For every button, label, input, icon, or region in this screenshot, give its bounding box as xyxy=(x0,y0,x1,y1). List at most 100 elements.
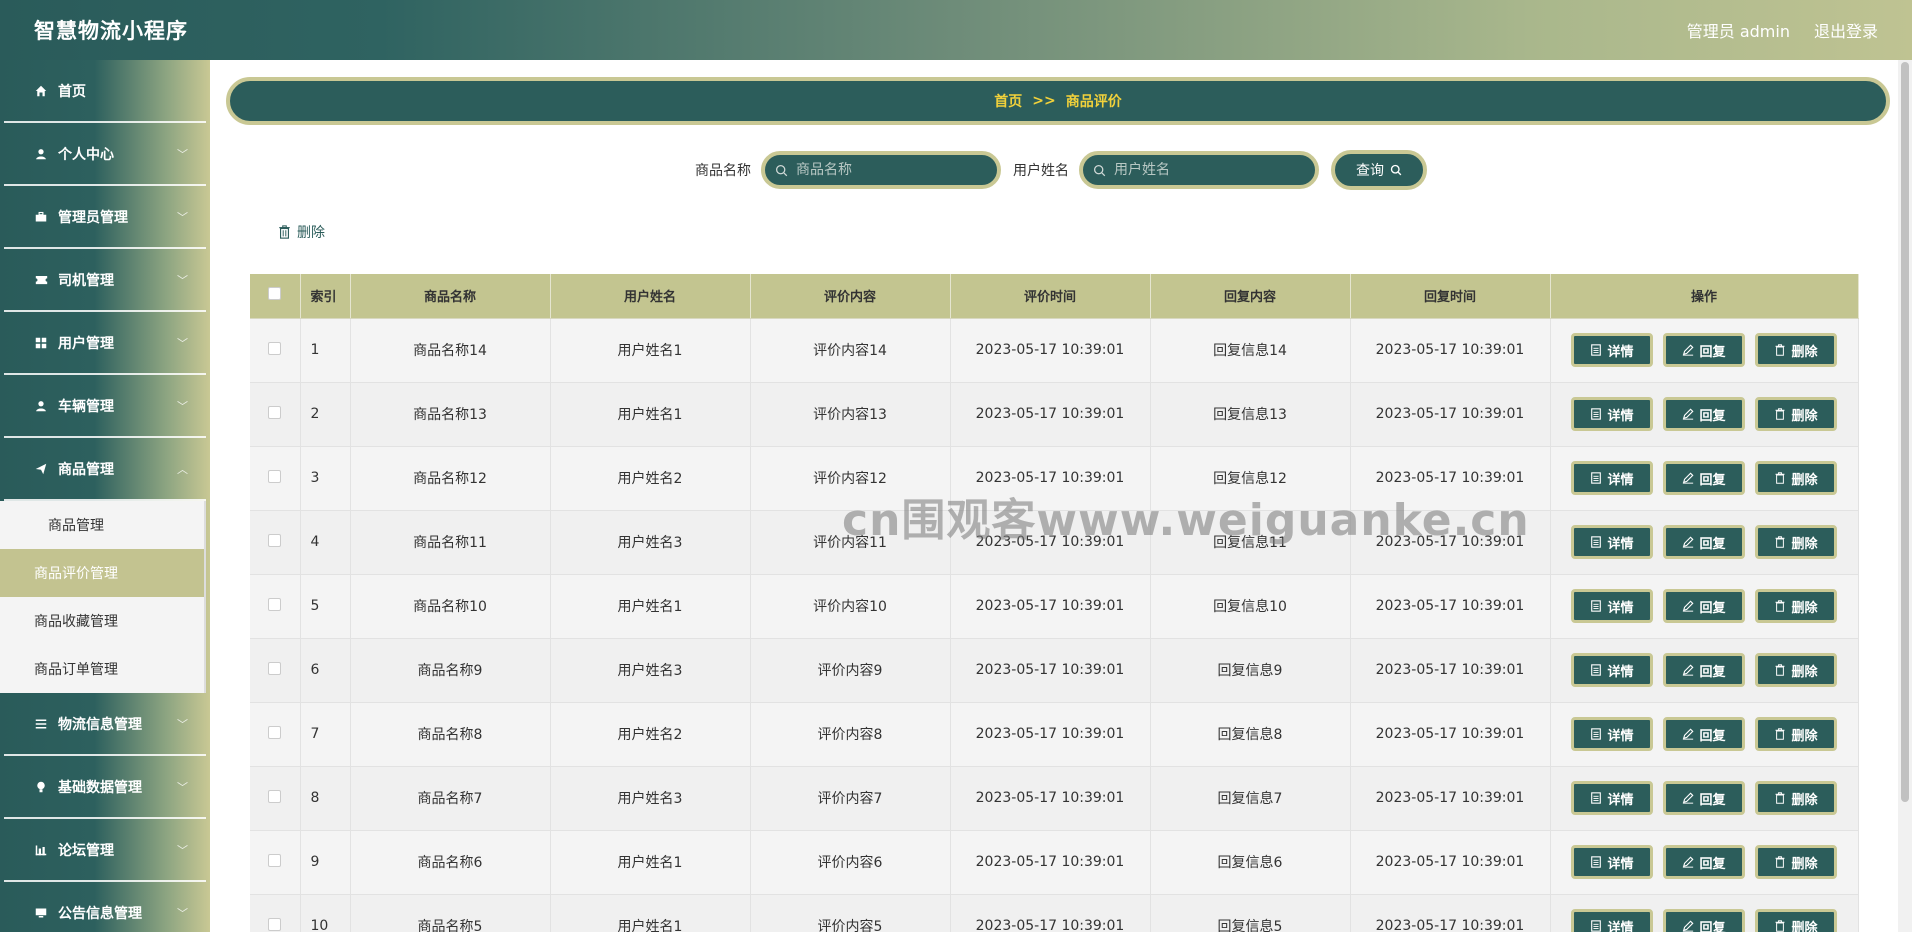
user-name-input[interactable] xyxy=(1114,162,1304,178)
reply-button[interactable]: 回复 xyxy=(1663,333,1745,367)
cell-actions: 详情 回复 删除 xyxy=(1550,510,1859,575)
sidebar-item-7[interactable]: 物流信息管理 ﹀ xyxy=(4,693,206,756)
submenu-item-3[interactable]: 商品订单管理 xyxy=(0,645,204,693)
row-select-cell xyxy=(250,830,301,895)
delete-button[interactable]: 删除 xyxy=(1755,717,1837,751)
detail-button-label: 详情 xyxy=(1607,472,1634,488)
detail-button[interactable]: 详情 xyxy=(1571,717,1653,751)
sidebar-item-1[interactable]: 个人中心 ﹀ xyxy=(4,123,206,186)
cell-review-time: 2023-05-17 10:39:01 xyxy=(950,382,1151,447)
reply-button[interactable]: 回复 xyxy=(1663,525,1745,559)
page-scrollbar[interactable] xyxy=(1898,60,1912,932)
cell-actions: 详情 回复 删除 xyxy=(1550,446,1859,511)
cell-actions: 详情 回复 删除 xyxy=(1550,830,1859,895)
reply-button[interactable]: 回复 xyxy=(1663,845,1745,879)
row-checkbox[interactable] xyxy=(268,917,282,931)
reply-button[interactable]: 回复 xyxy=(1663,717,1745,751)
reply-button[interactable]: 回复 xyxy=(1663,589,1745,623)
sidebar-item-4[interactable]: 用户管理 ﹀ xyxy=(4,312,206,375)
cell-reply-content: 回复信息7 xyxy=(1150,766,1351,831)
scrollbar-thumb[interactable] xyxy=(1901,62,1909,802)
edit-icon xyxy=(1683,344,1694,356)
row-select-cell xyxy=(250,894,301,932)
detail-button[interactable]: 详情 xyxy=(1571,781,1653,815)
row-checkbox[interactable] xyxy=(268,597,282,611)
cell-reply-time: 2023-05-17 10:39:01 xyxy=(1350,766,1551,831)
sidebar-item-0[interactable]: 首页 xyxy=(4,60,206,123)
row-checkbox[interactable] xyxy=(268,725,282,739)
detail-button[interactable]: 详情 xyxy=(1571,845,1653,879)
delete-button[interactable]: 删除 xyxy=(1755,781,1837,815)
row-select-cell xyxy=(250,574,301,639)
sidebar-item-5[interactable]: 车辆管理 ﹀ xyxy=(4,375,206,438)
delete-button[interactable]: 删除 xyxy=(1755,589,1837,623)
sidebar-item-2[interactable]: 管理员管理 ﹀ xyxy=(4,186,206,249)
delete-button-label: 删除 xyxy=(1791,920,1818,932)
row-checkbox[interactable] xyxy=(268,789,282,803)
reply-button[interactable]: 回复 xyxy=(1663,653,1745,687)
delete-button[interactable]: 删除 xyxy=(1755,845,1837,879)
row-checkbox[interactable] xyxy=(268,533,282,547)
cell-product-name: 商品名称12 xyxy=(350,446,551,511)
batch-delete-button[interactable]: 删除 xyxy=(278,222,325,242)
detail-button[interactable]: 详情 xyxy=(1571,397,1653,431)
delete-button[interactable]: 删除 xyxy=(1755,461,1837,495)
row-checkbox[interactable] xyxy=(268,469,282,483)
app-title: 智慧物流小程序 xyxy=(34,19,188,43)
submenu-item-0[interactable]: 商品管理 xyxy=(0,501,204,549)
detail-button[interactable]: 详情 xyxy=(1571,333,1653,367)
submenu-item-2[interactable]: 商品收藏管理 xyxy=(0,597,204,645)
edit-icon xyxy=(1683,600,1694,612)
row-checkbox[interactable] xyxy=(268,341,282,355)
reply-button[interactable]: 回复 xyxy=(1663,397,1745,431)
product-name-search[interactable] xyxy=(761,151,1001,189)
detail-button-label: 详情 xyxy=(1607,856,1634,872)
product-name-input[interactable] xyxy=(796,162,986,178)
sidebar-item-3[interactable]: 司机管理 ﹀ xyxy=(4,249,206,312)
delete-button[interactable]: 删除 xyxy=(1755,653,1837,687)
cell-reply-content: 回复信息13 xyxy=(1150,382,1351,447)
user-name-search[interactable] xyxy=(1079,151,1319,189)
delete-button[interactable]: 删除 xyxy=(1755,333,1837,367)
trash-icon xyxy=(1775,536,1785,548)
breadcrumb-home[interactable]: 首页 xyxy=(994,91,1022,111)
delete-button[interactable]: 删除 xyxy=(1755,525,1837,559)
sidebar-item-6[interactable]: 商品管理 ︿ xyxy=(4,438,206,501)
row-checkbox[interactable] xyxy=(268,405,282,419)
reply-button-label: 回复 xyxy=(1699,600,1726,616)
detail-button[interactable]: 详情 xyxy=(1571,525,1653,559)
delete-button[interactable]: 删除 xyxy=(1755,397,1837,431)
cell-actions: 详情 回复 删除 xyxy=(1550,382,1859,447)
logout-button[interactable]: 退出登录 xyxy=(1814,18,1878,42)
sidebar-item-9[interactable]: 论坛管理 ﹀ xyxy=(4,819,206,882)
reply-button[interactable]: 回复 xyxy=(1663,461,1745,495)
cell-index: 4 xyxy=(300,510,351,575)
row-checkbox[interactable] xyxy=(268,661,282,675)
detail-button[interactable]: 详情 xyxy=(1571,461,1653,495)
select-all-checkbox[interactable] xyxy=(268,287,282,301)
row-select-cell xyxy=(250,318,301,383)
sidebar-item-10[interactable]: 公告信息管理 ﹀ xyxy=(4,882,206,932)
header-index: 索引 xyxy=(300,274,351,319)
row-checkbox[interactable] xyxy=(268,853,282,867)
submenu-item-1[interactable]: 商品评价管理 xyxy=(0,549,204,597)
query-button[interactable]: 查询 xyxy=(1331,150,1427,190)
row-select-cell xyxy=(250,766,301,831)
header-reply-time: 回复时间 xyxy=(1350,274,1551,319)
current-user[interactable]: 管理员 admin xyxy=(1687,18,1790,42)
reply-button[interactable]: 回复 xyxy=(1663,909,1745,932)
detail-button[interactable]: 详情 xyxy=(1571,909,1653,932)
header-review-time: 评价时间 xyxy=(950,274,1151,319)
sidebar-item-8[interactable]: 基础数据管理 ﹀ xyxy=(4,756,206,819)
sidebar-item-label: 个人中心 xyxy=(58,146,114,163)
delete-button[interactable]: 删除 xyxy=(1755,909,1837,932)
detail-button[interactable]: 详情 xyxy=(1571,589,1653,623)
reply-button[interactable]: 回复 xyxy=(1663,781,1745,815)
table-row: 1 商品名称14 用户姓名1 评价内容14 2023-05-17 10:39:01 回复信… xyxy=(250,318,1859,383)
trash-icon xyxy=(1775,408,1785,420)
detail-button[interactable]: 详情 xyxy=(1571,653,1653,687)
edit-icon xyxy=(1683,408,1694,420)
cell-index: 1 xyxy=(300,318,351,383)
cell-index: 5 xyxy=(300,574,351,639)
breadcrumb-current: 商品评价 xyxy=(1065,94,1122,110)
